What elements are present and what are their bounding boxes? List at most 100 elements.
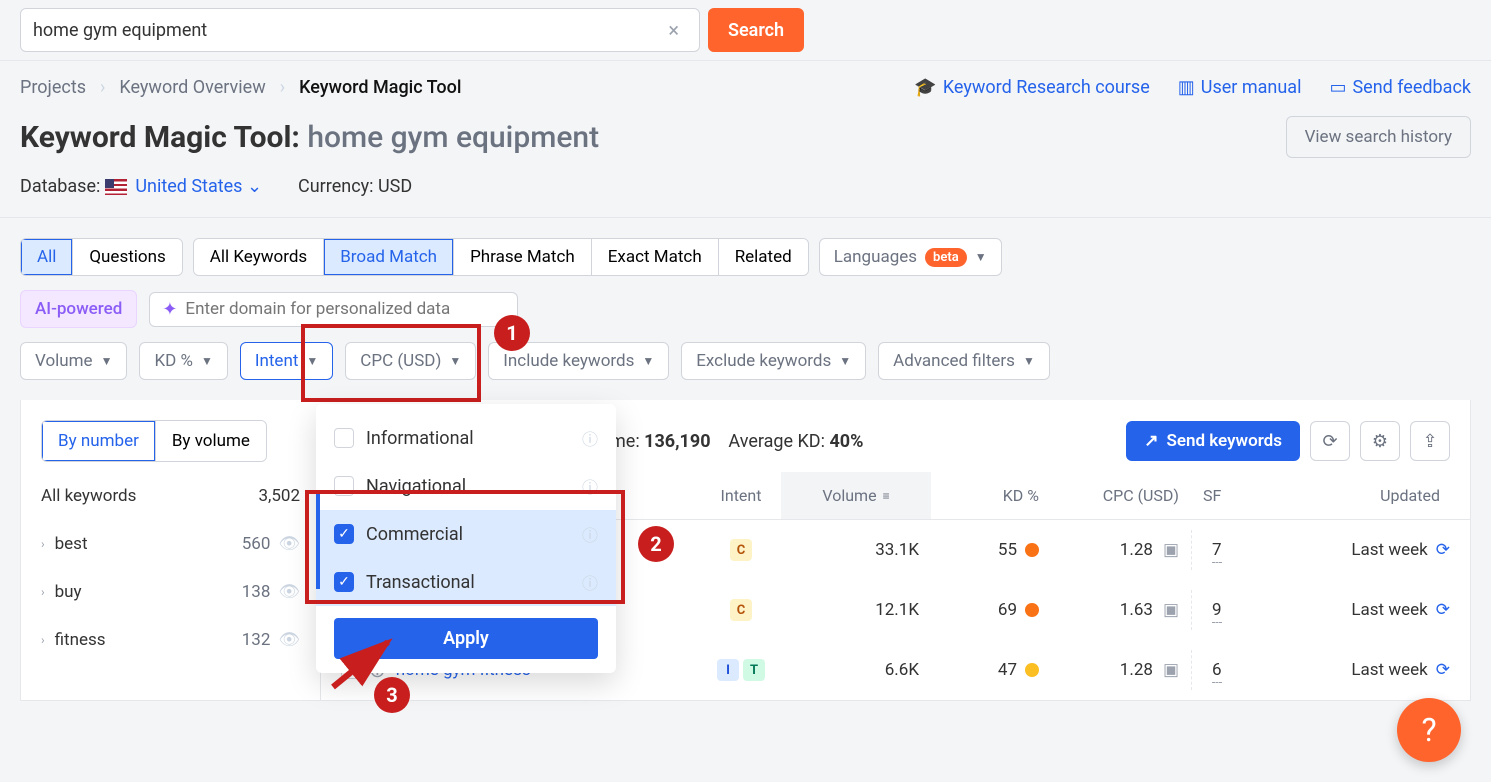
intent-option-navigational[interactable]: Navigational ⓘ — [316, 462, 616, 510]
search-button[interactable]: Search — [708, 8, 804, 52]
col-kd[interactable]: KD % — [931, 472, 1051, 519]
avg-kd-label: Average KD: — [728, 431, 825, 452]
kd-value: 55 — [998, 540, 1017, 560]
chevron-right-icon: › — [41, 585, 45, 599]
intent-trans-label: Transactional — [366, 572, 475, 593]
checkbox-unchecked[interactable] — [334, 476, 354, 496]
cell-kd: 55 — [931, 530, 1051, 570]
breadcrumb-overview[interactable]: Keyword Overview — [119, 77, 265, 98]
cell-cpc: 1.63▣ — [1051, 590, 1191, 630]
languages-filter[interactable]: Languages beta ▼ — [819, 238, 1002, 276]
updated-value: Last week — [1351, 600, 1427, 620]
export-button[interactable]: ⇪ — [1410, 421, 1450, 461]
eye-icon[interactable]: 👁 — [278, 630, 300, 650]
advanced-filters[interactable]: Advanced filters▼ — [878, 342, 1050, 380]
course-link-label: Keyword Research course — [943, 77, 1150, 98]
sidebar-item-best[interactable]: ›best 560👁 — [21, 520, 320, 568]
tab-phrase-match[interactable]: Phrase Match — [454, 239, 592, 275]
tab-related[interactable]: Related — [719, 239, 808, 275]
serp-preview-icon[interactable]: ▣ — [1163, 540, 1179, 560]
breadcrumb-projects[interactable]: Projects — [20, 77, 86, 98]
manual-link-label: User manual — [1201, 77, 1302, 98]
feedback-link[interactable]: ▭Send feedback — [1329, 77, 1471, 98]
tab-all-keywords[interactable]: All Keywords — [194, 239, 324, 275]
info-icon[interactable]: ⓘ — [582, 570, 598, 594]
chevron-right-icon: › — [280, 77, 285, 98]
col-cpc[interactable]: CPC (USD) — [1051, 472, 1191, 519]
us-flag-icon — [105, 179, 127, 195]
serp-preview-icon[interactable]: ▣ — [1163, 660, 1179, 680]
tab-questions[interactable]: Questions — [73, 239, 181, 275]
title-tool: Keyword Magic Tool: — [20, 120, 300, 155]
send-icon: ↗ — [1144, 431, 1158, 451]
sf-value[interactable]: 9 — [1212, 600, 1222, 623]
intent-option-commercial[interactable]: ✓ Commercial ⓘ — [316, 510, 616, 558]
header-links: 🎓Keyword Research course ▥User manual ▭S… — [914, 77, 1471, 98]
intent-label: Intent — [255, 351, 299, 371]
cell-updated: Last week ⟳ — [1281, 650, 1470, 690]
intent-option-transactional[interactable]: ✓ Transactional ⓘ — [316, 558, 616, 606]
col-sf[interactable]: SF — [1191, 472, 1281, 519]
intent-badge-t: T — [743, 659, 765, 681]
cell-cpc: 1.28▣ — [1051, 530, 1191, 570]
database-select[interactable]: United States ⌄ — [135, 176, 262, 197]
col-updated[interactable]: Updated — [1281, 472, 1470, 519]
refresh-button[interactable]: ⟳ — [1310, 421, 1350, 461]
intent-option-informational[interactable]: Informational ⓘ — [316, 414, 616, 462]
checkbox-checked[interactable]: ✓ — [334, 524, 354, 544]
checkbox-checked[interactable]: ✓ — [334, 572, 354, 592]
sidebar-item-label: best — [55, 534, 88, 554]
checkbox-unchecked[interactable] — [334, 428, 354, 448]
serp-preview-icon[interactable]: ▣ — [1163, 600, 1179, 620]
ai-domain-input[interactable] — [185, 299, 505, 319]
sidebar-item-label: buy — [55, 582, 82, 602]
col-volume[interactable]: Volume≡ — [781, 472, 931, 519]
help-button[interactable]: ? — [1397, 698, 1461, 762]
refresh-icon[interactable]: ⟳ — [1436, 600, 1450, 620]
info-icon[interactable]: ⓘ — [582, 426, 598, 450]
total-volume-value: 136,190 — [644, 431, 710, 452]
sidebar-item-fitness[interactable]: ›fitness 132👁 — [21, 616, 320, 664]
kd-value: 69 — [998, 600, 1017, 620]
cpc-filter[interactable]: CPC (USD)▼ — [345, 342, 476, 380]
cell-volume: 6.6K — [781, 650, 931, 690]
chevron-down-icon: ▼ — [306, 354, 318, 368]
sf-value[interactable]: 6 — [1212, 660, 1222, 683]
tab-broad-match[interactable]: Broad Match — [324, 239, 454, 275]
send-keywords-button[interactable]: ↗Send keywords — [1126, 421, 1300, 461]
refresh-icon[interactable]: ⟳ — [1436, 660, 1450, 680]
info-icon[interactable]: ⓘ — [582, 474, 598, 498]
manual-link[interactable]: ▥User manual — [1178, 77, 1302, 98]
intent-filter[interactable]: Intent ▼ — [240, 342, 333, 380]
settings-button[interactable]: ⚙ — [1360, 421, 1400, 461]
cell-updated: Last week⟳ — [1281, 530, 1470, 570]
results-card: By number By volume Total Volume: 136,19… — [20, 400, 1471, 701]
tab-exact-match[interactable]: Exact Match — [592, 239, 719, 275]
title-row: Keyword Magic Tool: home gym equipment V… — [20, 116, 1471, 158]
eye-icon[interactable]: 👁 — [278, 582, 300, 602]
search-input[interactable] — [33, 20, 660, 41]
sort-by-volume[interactable]: By volume — [156, 421, 266, 461]
tab-all[interactable]: All — [21, 239, 73, 275]
refresh-icon[interactable]: ⟳ — [1436, 540, 1450, 560]
col-intent[interactable]: Intent — [701, 472, 781, 519]
sidebar-item-label: fitness — [55, 630, 106, 650]
info-icon[interactable]: ⓘ — [582, 522, 598, 546]
exclude-keywords-filter[interactable]: Exclude keywords▼ — [681, 342, 866, 380]
cpc-value: 1.28 — [1120, 660, 1153, 680]
course-link[interactable]: 🎓Keyword Research course — [914, 77, 1149, 98]
chat-icon: ▭ — [1329, 77, 1346, 98]
updated-value: Last week — [1351, 660, 1427, 680]
kd-filter[interactable]: KD %▼ — [139, 342, 227, 380]
sidebar-item-buy[interactable]: ›buy 138👁 — [21, 568, 320, 616]
sort-by-number[interactable]: By number — [42, 421, 156, 461]
volume-filter[interactable]: Volume▼ — [20, 342, 127, 380]
sf-value[interactable]: 7 — [1212, 540, 1222, 563]
clear-icon[interactable]: × — [660, 18, 687, 42]
languages-label: Languages — [834, 247, 917, 267]
view-history-button[interactable]: View search history — [1286, 116, 1471, 158]
sidebar-header: All keywords 3,502 — [21, 472, 320, 520]
chevron-right-icon: › — [100, 77, 105, 98]
eye-icon[interactable]: 👁 — [278, 534, 300, 554]
breadcrumb-row: Projects › Keyword Overview › Keyword Ma… — [20, 77, 1471, 98]
